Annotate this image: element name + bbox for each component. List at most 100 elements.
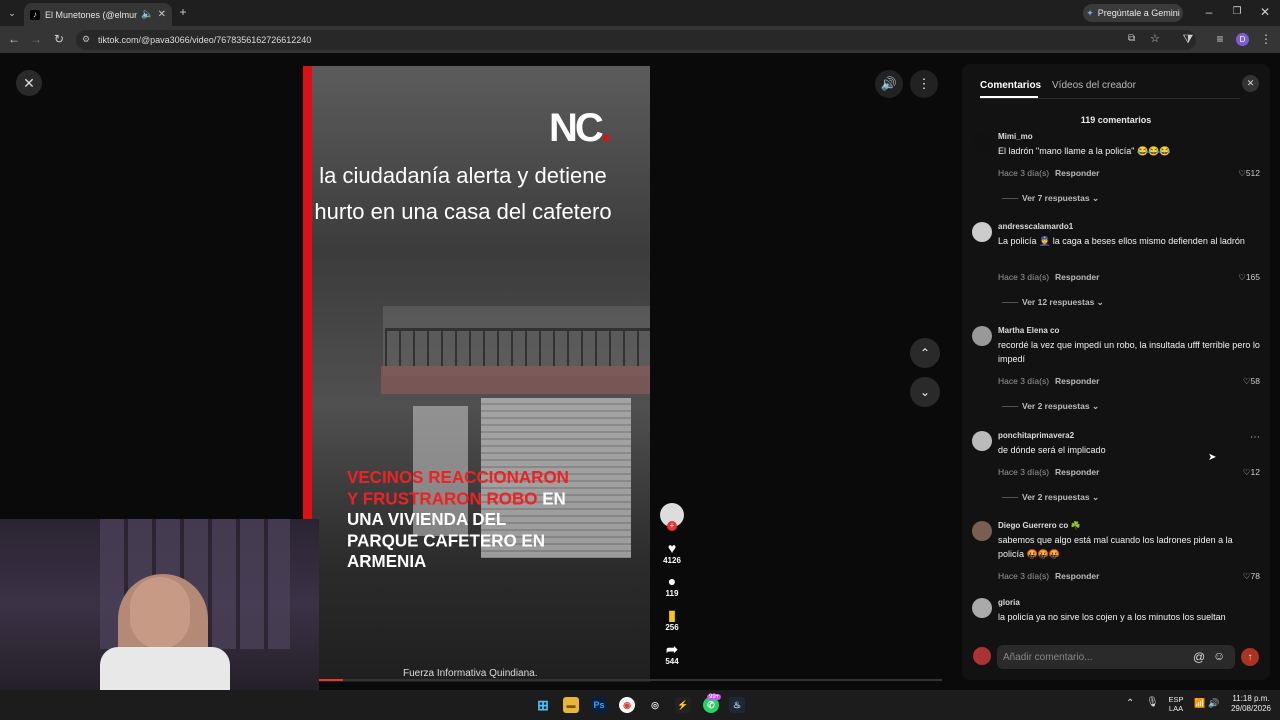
follow-plus-icon[interactable]: +	[667, 521, 677, 531]
comment-button[interactable]: ● 119	[657, 573, 687, 598]
microphone-icon[interactable]: 🎙	[1146, 697, 1159, 708]
tab-creator-videos[interactable]: Vídeos del creador	[1052, 80, 1136, 91]
avatar[interactable]	[972, 326, 992, 346]
gemini-button[interactable]: ✦ Pregúntale a Gemini	[1083, 4, 1183, 22]
avatar[interactable]	[972, 132, 992, 152]
taskbar-clock[interactable]: 11:18 p.m. 29/08/2026	[1226, 694, 1276, 714]
address-bar[interactable]: ⚙ tiktok.com/@pava3066/video/76783561627…	[76, 30, 1196, 50]
volume-icon[interactable]: 🔊	[1208, 698, 1219, 709]
window-close-icon[interactable]: ✕	[1258, 6, 1272, 18]
install-app-icon[interactable]: ⧉	[1128, 33, 1135, 44]
comment-likes[interactable]: ♡58	[1243, 376, 1260, 387]
comment-user[interactable]: gloria	[998, 598, 1020, 607]
chrome-icon[interactable]: ◉	[619, 697, 635, 713]
comment-likes[interactable]: ♡12	[1243, 467, 1260, 478]
comment-item: Martha Elena co recordé la vez que imped…	[972, 326, 1264, 412]
new-tab-button[interactable]: +	[176, 6, 190, 18]
mention-icon[interactable]: @	[1193, 650, 1205, 664]
view-replies-label: Ver 7 respuestas	[1022, 193, 1090, 203]
steam-icon[interactable]: ♨	[729, 697, 745, 713]
comment-user[interactable]: andresscalamardo1	[998, 222, 1073, 231]
language-indicator[interactable]: ESP LAA	[1164, 695, 1188, 713]
bookmark-star-icon[interactable]: ☆	[1150, 32, 1160, 45]
tab-search-icon[interactable]: ⌄	[5, 7, 19, 19]
comment-meta: Hace 3 día(s) Responder	[998, 467, 1099, 477]
view-replies-button[interactable]: Ver 7 respuestas ⌄	[1002, 193, 1099, 204]
clock-time: 11:18 p.m.	[1232, 694, 1270, 703]
start-icon[interactable]: ⊞	[535, 697, 551, 713]
comment-text: la policía ya no sirve los cojen y a los…	[998, 612, 1226, 622]
url-text: tiktok.com/@pava3066/video/7678356162726…	[98, 35, 312, 45]
view-replies-button[interactable]: Ver 2 respuestas ⌄	[1002, 492, 1099, 503]
close-icon: ✕	[1246, 78, 1255, 88]
more-options-button[interactable]: ⋮	[910, 70, 938, 98]
reply-button[interactable]: Responder	[1055, 467, 1099, 477]
browser-menu-icon[interactable]: ⋮	[1259, 33, 1273, 45]
close-panel-button[interactable]: ✕	[1242, 75, 1259, 92]
heart-outline-icon: ♡	[1242, 571, 1251, 581]
like-button[interactable]: ♥ 4126	[657, 540, 687, 565]
obs-icon[interactable]: ◎	[647, 697, 663, 713]
file-explorer-icon[interactable]: ▬	[563, 697, 579, 713]
comment-text: recordé la vez que impedí un robo, la in…	[998, 340, 1260, 364]
app-icon[interactable]: ⚡	[675, 697, 691, 713]
save-button[interactable]: ▮ 256	[657, 607, 687, 632]
video-progress-bar[interactable]	[318, 679, 942, 681]
share-button[interactable]: ➦ 544	[657, 641, 687, 666]
comment-likes[interactable]: ♡165	[1238, 272, 1260, 283]
reply-button[interactable]: Responder	[1055, 272, 1099, 282]
reply-button[interactable]: Responder	[1055, 376, 1099, 386]
view-replies-button[interactable]: Ver 2 respuestas ⌄	[1002, 401, 1099, 412]
video-player[interactable]: NC. la ciudadanía alerta y detiene hurto…	[303, 66, 650, 682]
wifi-icon[interactable]: 📶	[1194, 698, 1205, 709]
reply-button[interactable]: Responder	[1055, 168, 1099, 178]
comment-likes[interactable]: ♡78	[1243, 571, 1260, 582]
comment-likes[interactable]: ♡512	[1238, 168, 1260, 179]
avatar[interactable]	[972, 598, 992, 618]
comment-text: El ladrón "mano llame a la policía" 😂😂😂	[998, 146, 1171, 156]
reply-button[interactable]: Responder	[1055, 571, 1099, 581]
comment-user[interactable]: Diego Guerrero co ☘️	[998, 521, 1080, 530]
tab-comments[interactable]: Comentarios	[980, 80, 1041, 91]
notification-badge: 99+	[707, 694, 722, 700]
forward-icon[interactable]: →	[29, 33, 43, 45]
comment-icon: ●	[667, 573, 677, 589]
previous-video-button[interactable]: ⌃	[910, 338, 940, 368]
avatar[interactable]	[972, 431, 992, 451]
like-number: 165	[1245, 272, 1260, 282]
tiktok-icon: ♪	[30, 9, 40, 20]
tab-audio-icon[interactable]: 🔈	[141, 9, 153, 20]
arrow-up-icon: ↑	[1247, 651, 1253, 663]
close-video-button[interactable]: ✕	[16, 70, 42, 96]
comment-text: La policía 👮 la caga a beses ellos mismo…	[998, 236, 1245, 246]
media-control-icon[interactable]: ≡	[1213, 33, 1227, 45]
save-count: 256	[665, 623, 679, 632]
avatar[interactable]	[972, 222, 992, 242]
video-progress-fill	[318, 679, 343, 681]
view-replies-button[interactable]: Ver 12 respuestas ⌄	[1002, 297, 1104, 308]
browser-tab[interactable]: ♪ El Munetones (@elmunetones) 🔈 ✕	[24, 3, 172, 26]
photoshop-icon[interactable]: Ps	[591, 697, 607, 713]
profile-avatar[interactable]: D	[1236, 33, 1249, 46]
comment-user[interactable]: ponchitaprimavera2	[998, 431, 1074, 440]
tab-close-icon[interactable]: ✕	[158, 9, 166, 20]
reload-icon[interactable]: ↻	[52, 33, 66, 45]
comment-user[interactable]: Mimi_mo	[998, 132, 1033, 141]
next-video-button[interactable]: ⌄	[910, 377, 940, 407]
avatar[interactable]	[972, 521, 992, 541]
extensions-icon[interactable]: ⧩	[1181, 33, 1195, 45]
comment-more-icon[interactable]: ⋯	[1250, 432, 1260, 443]
send-comment-button[interactable]: ↑	[1241, 648, 1259, 666]
back-icon[interactable]: ←	[7, 33, 21, 45]
active-tab-underline	[980, 96, 1038, 98]
comment-input[interactable]: Añadir comentario... @ ☺	[997, 645, 1235, 669]
creator-avatar[interactable]: +	[660, 503, 684, 531]
restore-icon[interactable]: ❐	[1230, 6, 1244, 18]
site-info-icon[interactable]: ⚙	[82, 34, 90, 45]
emoji-icon[interactable]: ☺	[1213, 649, 1225, 663]
tray-chevron-icon[interactable]: ⌃	[1126, 698, 1134, 709]
minimize-icon[interactable]: –	[1202, 6, 1216, 18]
comment-time: Hace 3 día(s)	[998, 467, 1050, 477]
sound-button[interactable]: 🔊	[875, 70, 903, 98]
comment-user[interactable]: Martha Elena co	[998, 326, 1059, 335]
